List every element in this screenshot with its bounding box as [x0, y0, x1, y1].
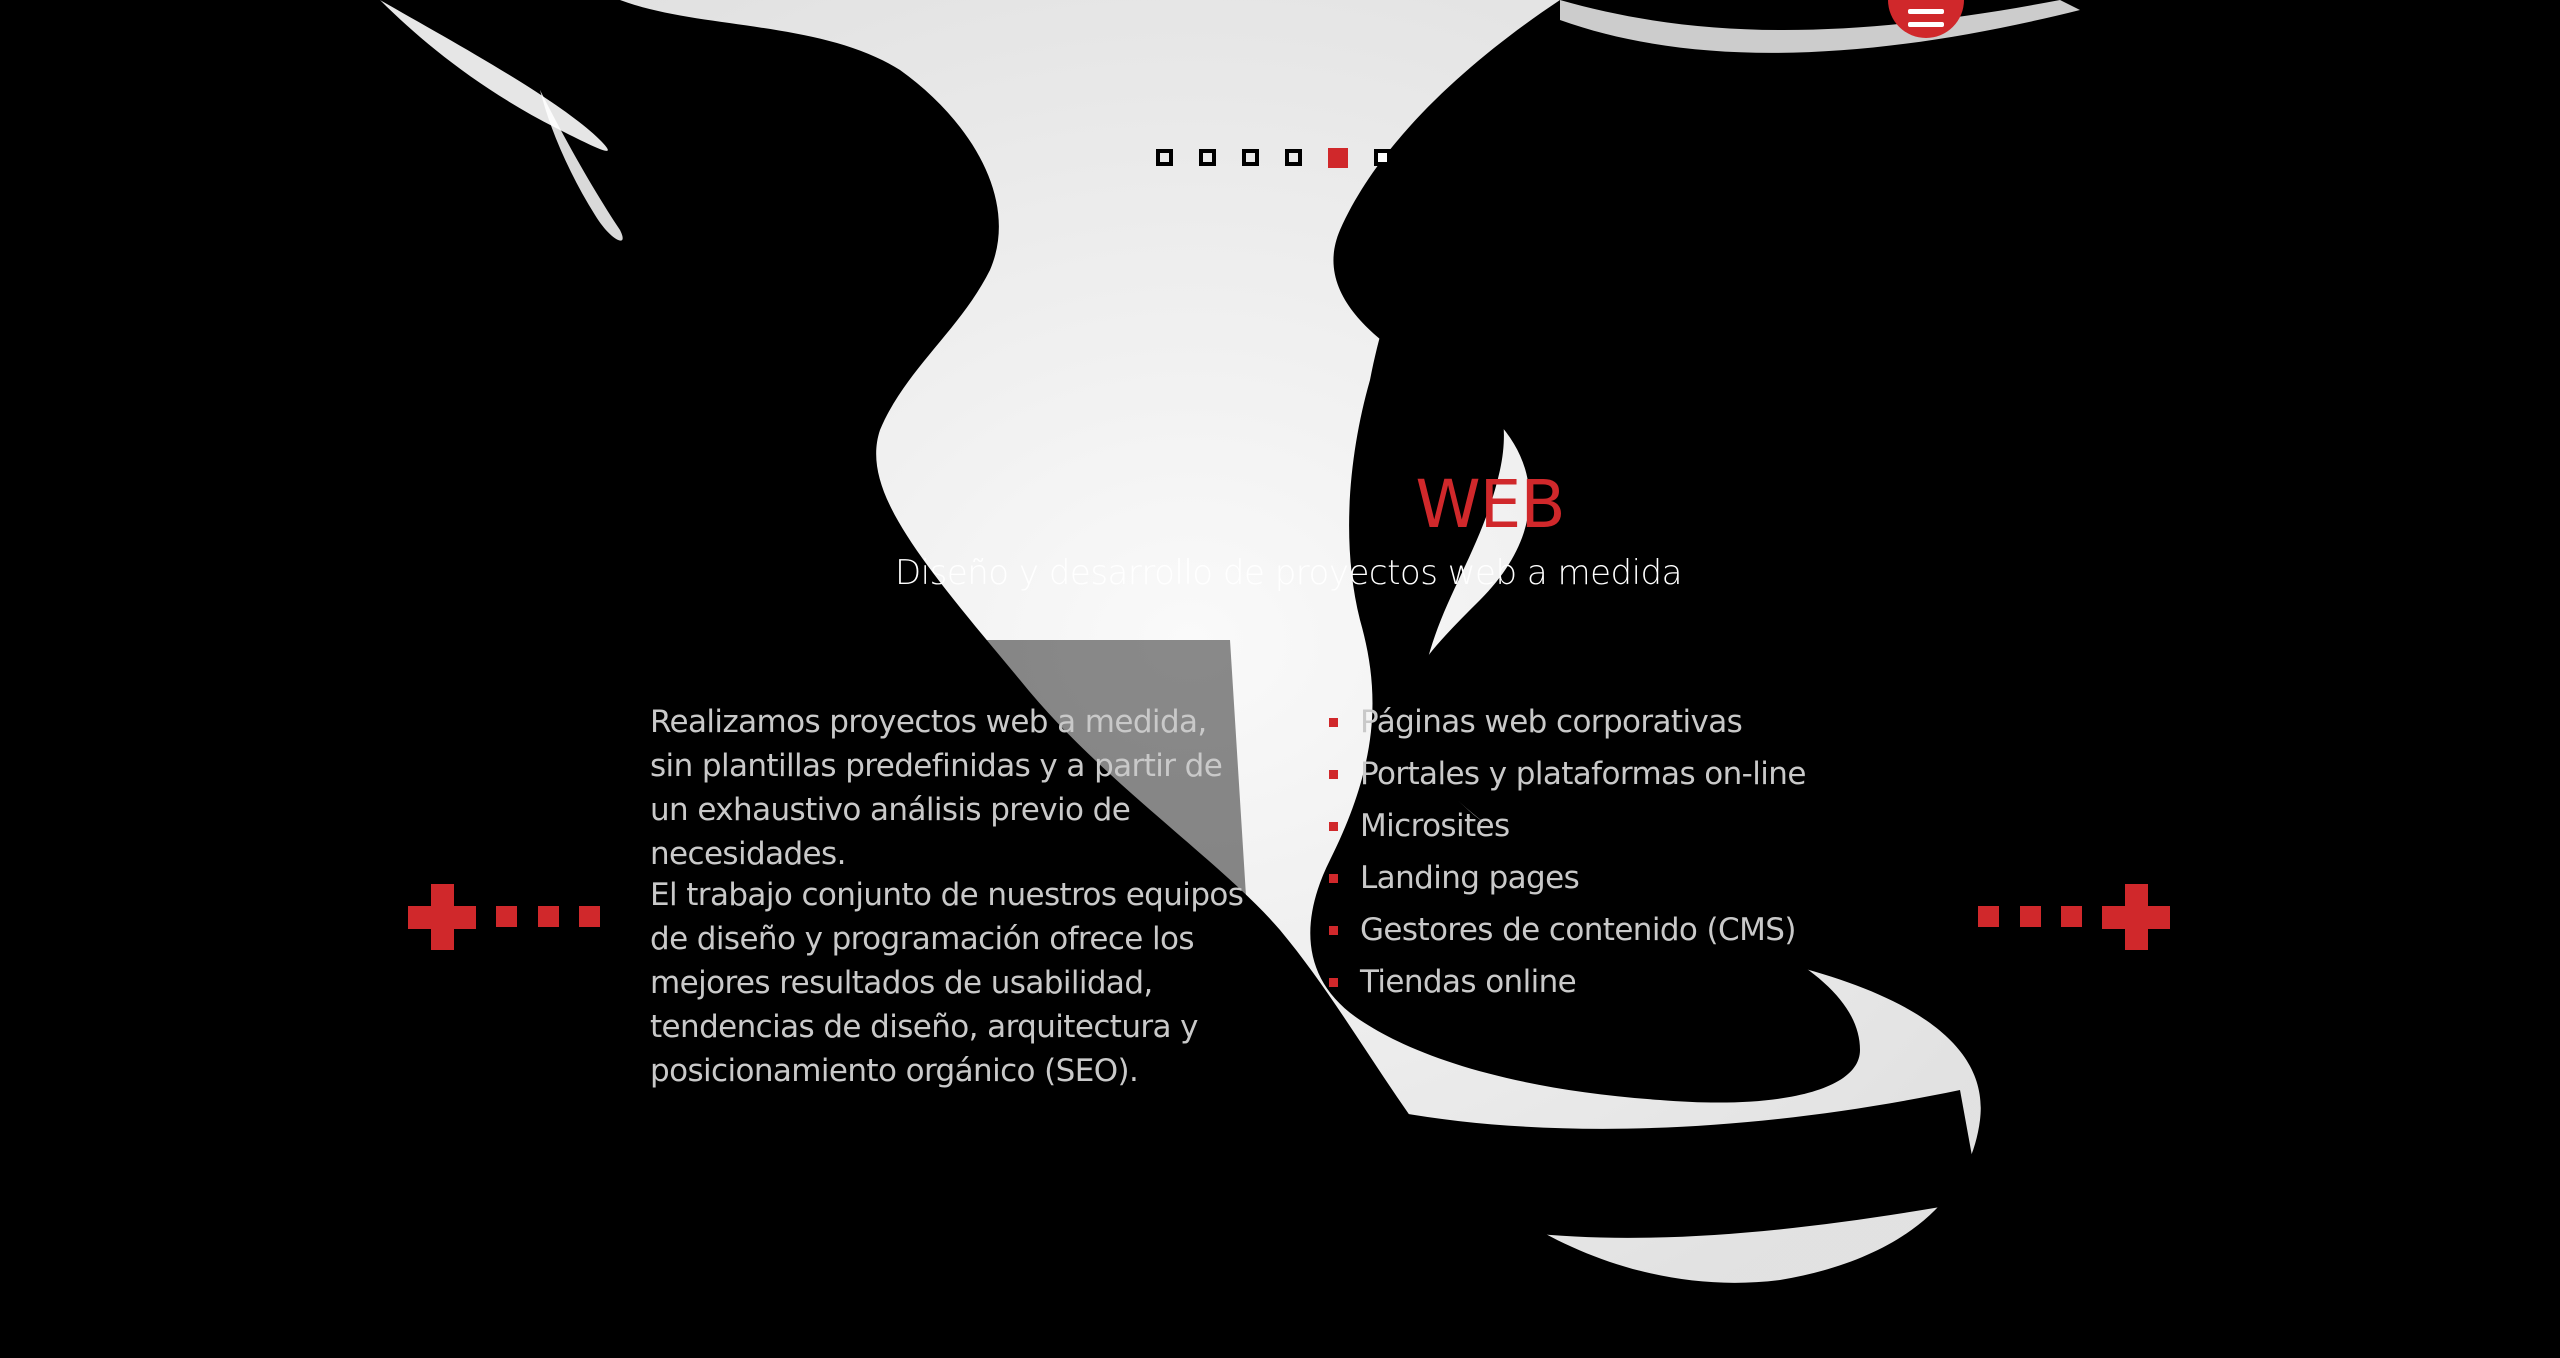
square-icon — [2061, 906, 2082, 927]
square-icon — [496, 906, 517, 927]
detail-paragraph: El trabajo conjunto de nuestros equipos … — [650, 877, 1244, 1089]
plus-icon — [431, 884, 454, 950]
slider-dot[interactable] — [1285, 149, 1302, 166]
background-artwork — [0, 0, 2560, 1358]
intro-paragraph: Realizamos proyectos web a medida, sin p… — [650, 704, 1223, 872]
square-icon — [579, 906, 600, 927]
hamburger-icon-bar — [1908, 22, 1944, 27]
slider-dot[interactable] — [1374, 149, 1391, 166]
section-title: WEB — [1415, 466, 1565, 543]
square-icon — [1978, 906, 1999, 927]
slider-pagination — [1156, 148, 1391, 168]
feature-item: Landing pages — [1325, 856, 1806, 908]
feature-item: Portales y plataformas on-line — [1325, 752, 1806, 804]
feature-item: Microsites — [1325, 804, 1806, 856]
slider-dot[interactable] — [1242, 149, 1259, 166]
hamburger-icon-bar — [1908, 9, 1944, 14]
section-subtitle: Diseño y desarrollo de proyectos web a m… — [895, 553, 1682, 593]
plus-icon — [2125, 884, 2148, 950]
slider-dot-active[interactable] — [1328, 148, 1348, 168]
square-icon — [2020, 906, 2041, 927]
slider-dot[interactable] — [1199, 149, 1216, 166]
feature-item: Tiendas online — [1325, 960, 1806, 1012]
features-list: Páginas web corporativas Portales y plat… — [1325, 700, 1806, 1012]
feature-item: Páginas web corporativas — [1325, 700, 1806, 752]
feature-item: Gestores de contenido (CMS) — [1325, 908, 1806, 960]
square-icon — [538, 906, 559, 927]
slider-dot[interactable] — [1156, 149, 1173, 166]
